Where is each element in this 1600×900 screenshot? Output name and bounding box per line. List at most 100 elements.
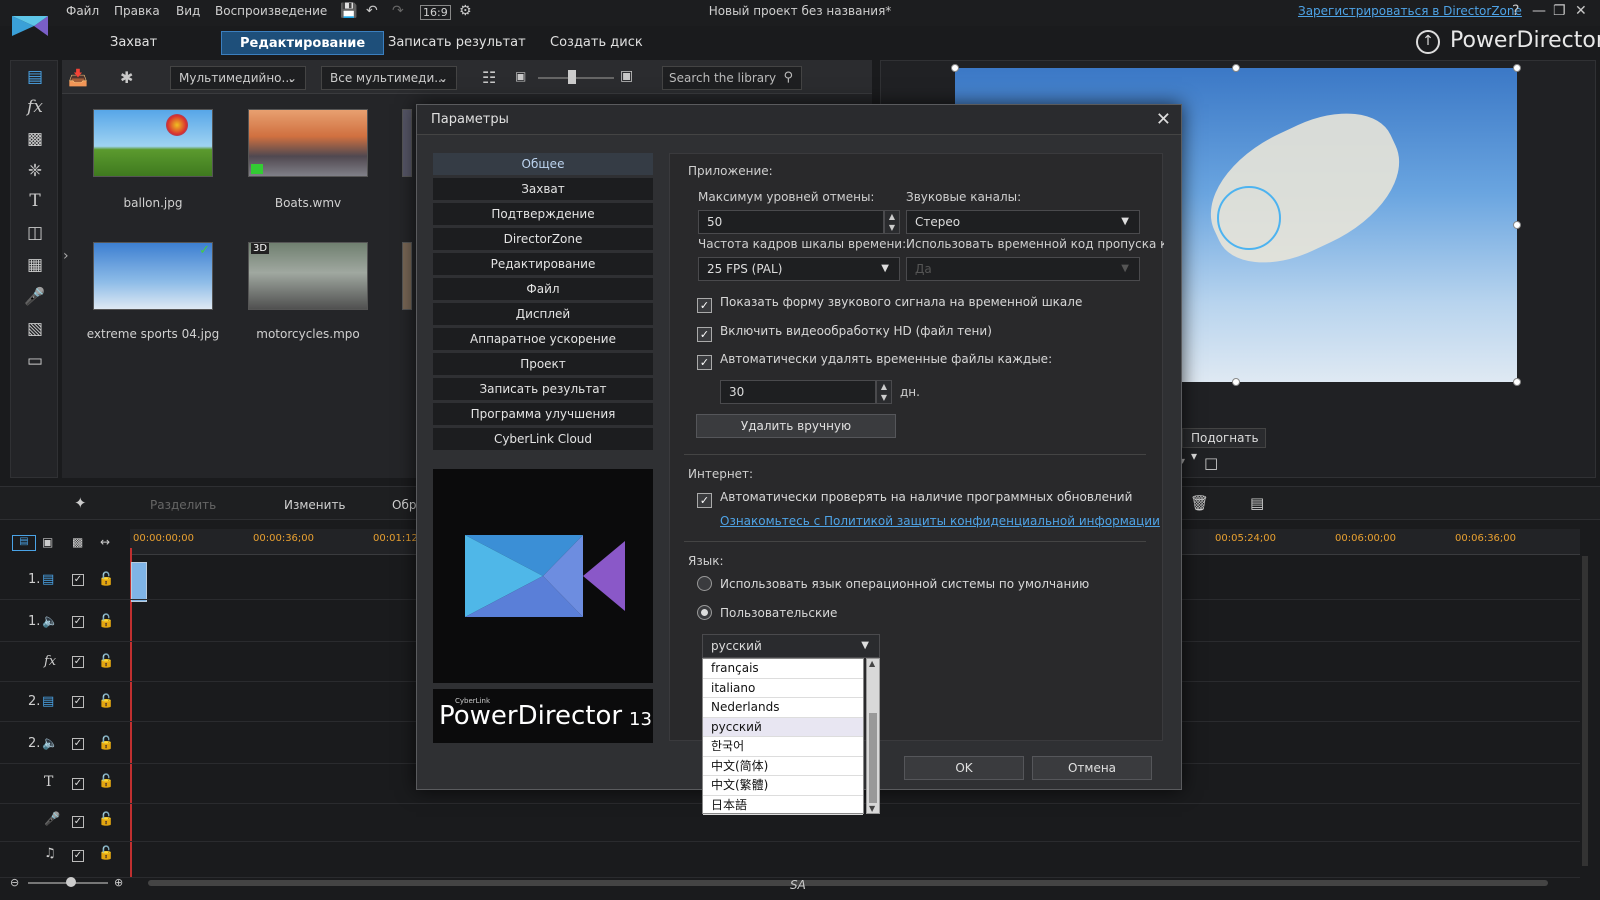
language-option[interactable]: Nederlands [703,698,863,718]
language-option[interactable]: 한국어 [703,737,863,757]
minimize-icon[interactable]: — [1532,3,1546,19]
hd-processing-checkbox[interactable]: ✓ Включить видеообработку HD (файл тени) [697,324,992,342]
resize-handle[interactable] [1232,64,1240,72]
language-option[interactable]: 中文(繁體) [703,776,863,796]
lock-icon[interactable]: 🔓 [98,846,114,861]
fit-timeline-icon[interactable]: ↔ [100,535,110,549]
fx-room-icon[interactable]: fx [21,97,49,117]
large-thumb-icon[interactable]: ▣ [620,68,633,84]
nav-general[interactable]: Общее [433,153,653,176]
track-enable-checkbox[interactable]: ✓ [72,696,84,708]
track-enable-checkbox[interactable]: ✓ [72,616,84,628]
tab-capture[interactable]: Захват [92,31,175,55]
lock-icon[interactable]: 🔓 [98,572,114,587]
language-option[interactable]: 日本語 [703,796,863,815]
help-icon[interactable]: ? [1512,3,1519,19]
split-button[interactable]: Разделить [150,498,216,512]
pip-room-icon[interactable]: ▩ [21,129,49,149]
timeline-view-icon[interactable]: ▤ [12,535,36,551]
nav-produce[interactable]: Записать результат [433,378,653,401]
track-enable-checkbox[interactable]: ✓ [72,778,84,790]
auto-delete-checkbox[interactable]: ✓ Автоматически удалять временные файлы к… [697,352,1052,370]
snapshot-icon[interactable]: □ [1204,454,1218,472]
transition-room-icon[interactable]: ◫ [21,223,49,243]
import-media-icon[interactable]: 📥 [68,68,88,87]
nav-file[interactable]: Файл [433,278,653,301]
track-enable-checkbox[interactable]: ✓ [72,738,84,750]
ok-button[interactable]: OK [904,756,1024,780]
nav-cyberlink-cloud[interactable]: CyberLink Cloud [433,428,653,451]
track-enable-checkbox[interactable]: ✓ [72,816,84,828]
register-link[interactable]: Зарегистрироваться в DirectorZone [1298,4,1522,18]
menu-edit[interactable]: Правка [114,4,160,18]
modify-button[interactable]: Изменить [284,498,346,512]
waveform-checkbox[interactable]: ✓ Показать форму звукового сигнала на вре… [697,295,1082,313]
track-enable-checkbox[interactable]: ✓ [72,656,84,668]
cancel-button[interactable]: Отмена [1032,756,1152,780]
days-input[interactable]: 30 [720,380,876,404]
crop-button[interactable]: Обр [392,498,416,512]
resize-handle[interactable] [1232,378,1240,386]
vertical-scrollbar[interactable] [1582,556,1588,866]
media-thumb-partial[interactable] [402,242,412,310]
media-thumb-extreme-sports[interactable]: ✓ [93,242,213,310]
chapter-room-icon[interactable]: ▧ [21,319,49,339]
thumbnail-slider-handle[interactable] [568,70,576,84]
language-option[interactable]: italiano [703,679,863,698]
dialog-close-icon[interactable]: ✕ [1156,109,1171,130]
nav-hardware-acceleration[interactable]: Аппаратное ускорение [433,328,653,351]
dropframe-select[interactable]: Да ▼ [906,257,1140,281]
lock-icon[interactable]: 🔓 [98,614,114,629]
fit-dropdown[interactable]: Подогнать ▾ [1182,428,1266,463]
lock-icon[interactable]: 🔓 [98,694,114,709]
privacy-policy-link[interactable]: Ознакомьтесь с Политикой защиты конфиден… [720,514,1160,528]
track-enable-checkbox[interactable]: ✓ [72,850,84,862]
crosshair-icon[interactable] [1217,186,1281,250]
media-thumb-partial[interactable] [402,109,412,177]
media-thumb-motorcycles[interactable]: 3D [248,242,368,310]
resize-handle[interactable] [1513,64,1521,72]
audio-channels-select[interactable]: Стерео ▼ [906,210,1140,234]
upload-icon[interactable]: ↑ [1416,30,1440,54]
magic-tools-icon[interactable]: ✦ [74,494,87,512]
language-option-selected[interactable]: русский [703,717,863,737]
lock-icon[interactable]: 🔓 [98,812,114,827]
zoom-in-icon[interactable]: ⊕ [114,876,123,889]
menu-file[interactable]: Файл [66,4,99,18]
timeline-scrollbar[interactable] [148,880,1548,886]
particle-room-icon[interactable]: ❈ [21,161,49,181]
undo-stepper[interactable]: ▲ ▼ [884,210,900,234]
delete-icon[interactable]: 🗑 [1190,494,1209,512]
language-list-scrollbar[interactable]: ▲ ▼ [866,658,880,814]
nav-improvement-program[interactable]: Программа улучшения программ... [433,403,653,444]
track-enable-checkbox[interactable]: ✓ [72,574,84,586]
search-icon[interactable]: ⚲ [783,67,793,89]
redo-icon[interactable]: ↷ [392,3,404,19]
days-stepper[interactable]: ▲ ▼ [876,380,892,404]
undo-icon[interactable]: ↶ [366,3,378,19]
clip-attributes-icon[interactable]: ▤ [1250,494,1264,512]
resize-handle[interactable] [1513,221,1521,229]
nav-capture[interactable]: Захват [433,178,653,201]
window-close-icon[interactable]: ✕ [1575,3,1587,19]
scroll-down-icon[interactable]: ▼ [869,804,875,813]
fps-select[interactable]: 25 FPS (PAL) ▼ [698,257,900,281]
lock-icon[interactable]: 🔓 [98,774,114,789]
media-room-icon[interactable]: ▤ [21,67,49,87]
restore-icon[interactable]: ❐ [1553,3,1566,19]
track-manager-icon[interactable]: ▩ [72,535,83,549]
tab-produce[interactable]: Записать результат [370,31,544,55]
media-thumb-boats[interactable] [248,109,368,177]
nav-editing[interactable]: Редактирование [433,253,653,276]
thumbnail-size-slider[interactable] [538,77,614,79]
menu-view[interactable]: Вид [176,4,200,18]
lock-icon[interactable]: 🔓 [98,736,114,751]
menu-playback[interactable]: Воспроизведение [215,4,327,18]
language-option[interactable]: 中文(简体) [703,757,863,776]
tab-create-disc[interactable]: Создать диск [532,31,661,55]
resize-handle[interactable] [951,64,959,72]
grid-view-icon[interactable]: ☷ [482,68,496,87]
nav-project[interactable]: Проект [433,353,653,376]
os-language-radio[interactable]: Использовать язык операционной системы п… [697,576,1089,591]
language-select[interactable]: русский ▼ [702,634,880,658]
